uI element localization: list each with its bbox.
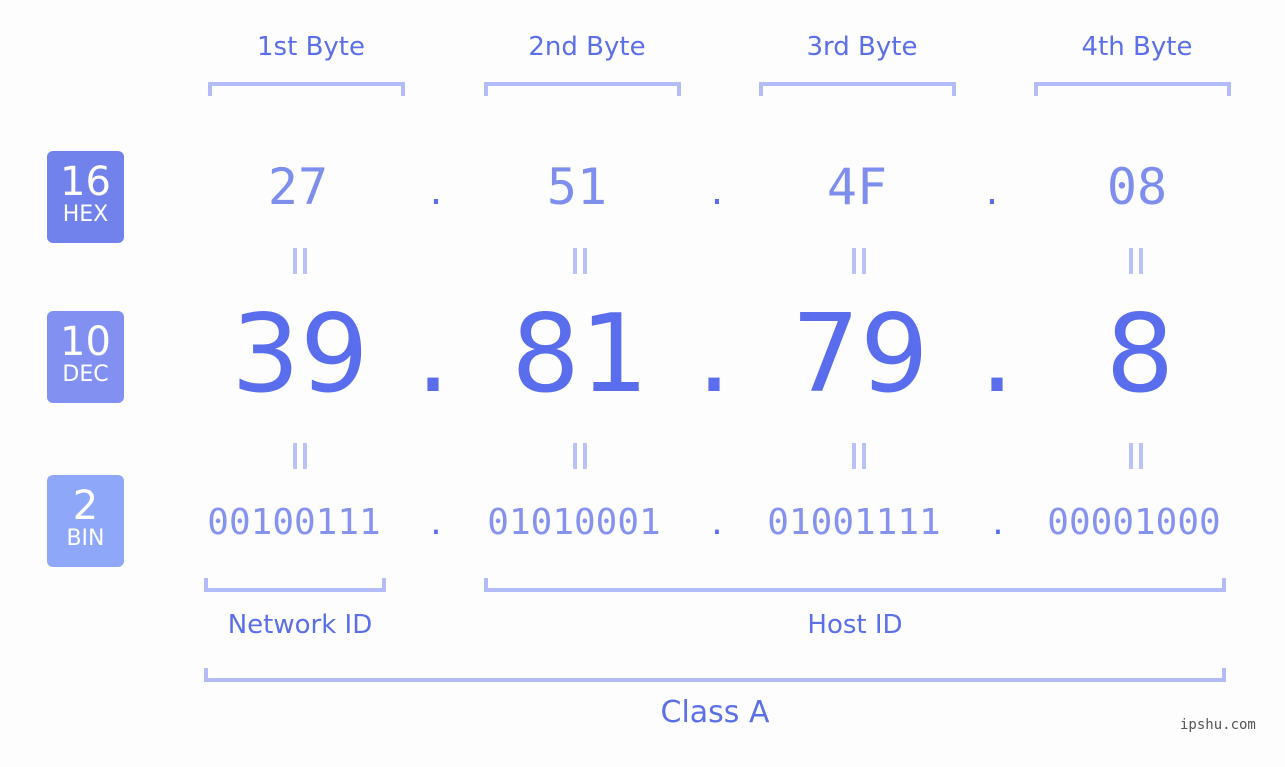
bin-label: BIN	[66, 526, 105, 551]
hex-base: 16	[60, 159, 111, 205]
class-label: Class A	[660, 695, 770, 730]
network-id-label: Network ID	[227, 610, 373, 640]
bin-base: 2	[72, 483, 99, 529]
dec-label: DEC	[62, 362, 109, 387]
byte-header-1: 1st Byte	[257, 32, 365, 62]
byte-header-4: 4th Byte	[1081, 32, 1193, 62]
byte-bracket-1	[208, 82, 405, 96]
hex-badge: 16 HEX	[47, 151, 124, 243]
dec-dot-3: .	[979, 292, 1015, 417]
equals-icon	[560, 442, 600, 477]
hex-dot-3: .	[985, 168, 999, 214]
dec-dot-2: .	[696, 292, 732, 417]
byte-header-2: 2nd Byte	[528, 32, 646, 62]
byte-bracket-4	[1034, 82, 1231, 96]
host-id-bracket	[484, 578, 1226, 592]
byte-bracket-3	[759, 82, 956, 96]
network-id-bracket	[204, 578, 386, 592]
bin-dot-2: .	[711, 502, 723, 543]
equals-icon	[280, 247, 320, 282]
dec-dot-1: .	[415, 292, 451, 417]
class-bracket	[204, 668, 1226, 682]
host-id-label: Host ID	[807, 610, 903, 640]
hex-dot-1: .	[429, 168, 443, 214]
equals-icon	[280, 442, 320, 477]
equals-icon	[1116, 442, 1156, 477]
watermark: ipshu.com	[1180, 717, 1256, 733]
byte-bracket-2	[484, 82, 681, 96]
equals-icon	[560, 247, 600, 282]
byte-header-3: 3rd Byte	[806, 32, 918, 62]
dec-badge: 10 DEC	[47, 311, 124, 403]
dec-base: 10	[60, 319, 111, 365]
hex-dot-2: .	[710, 168, 724, 214]
equals-icon	[1116, 247, 1156, 282]
bin-dot-1: .	[430, 502, 442, 543]
bin-dot-3: .	[992, 502, 1004, 543]
hex-label: HEX	[62, 202, 109, 227]
equals-icon	[839, 442, 879, 477]
equals-icon	[839, 247, 879, 282]
bin-badge: 2 BIN	[47, 475, 124, 567]
